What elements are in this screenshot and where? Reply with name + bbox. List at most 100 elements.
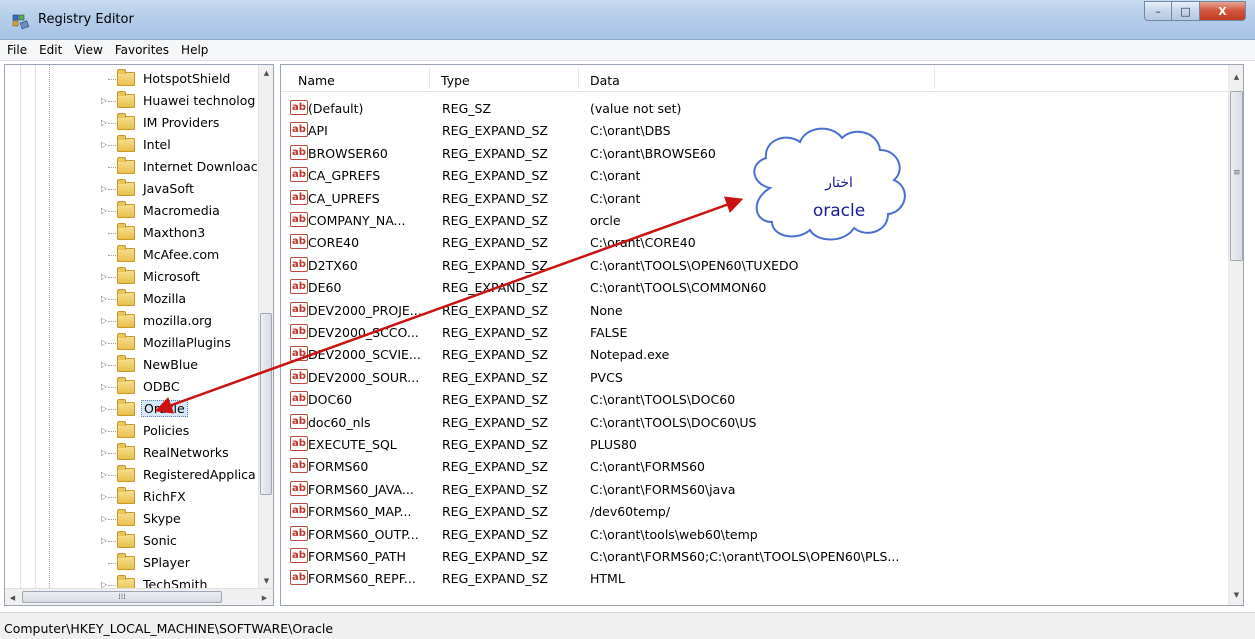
tree-item-label: McAfee.com [143, 247, 220, 262]
value-type: REG_EXPAND_SZ [442, 392, 548, 408]
scroll-left-arrow-icon[interactable]: ◀ [5, 590, 20, 605]
expand-arrow-icon[interactable]: ▷ [101, 580, 109, 588]
tree-item[interactable]: Internet Downloac [5, 156, 258, 178]
scroll-up-arrow-icon[interactable]: ▲ [259, 65, 273, 80]
list-scroll-thumb[interactable] [1230, 91, 1243, 261]
value-row[interactable]: ab EXECUTE_SQL REG_EXPAND_SZ PLUS80 [281, 433, 1229, 455]
value-row[interactable]: ab CA_UPREFS REG_EXPAND_SZ C:\orant [281, 187, 1229, 209]
list-vertical-scrollbar[interactable]: ▲ ▼ [1228, 65, 1243, 605]
value-row[interactable]: ab FORMS60_PATH REG_EXPAND_SZ C:\orant\FORM… [281, 545, 1229, 567]
value-row[interactable]: ab COMPANY_NA... REG_EXPAND_SZ orcle [281, 209, 1229, 231]
tree-item[interactable]: ▷ ODBC [5, 376, 258, 398]
string-value-icon: ab [290, 368, 308, 384]
folder-icon [117, 487, 135, 504]
value-row[interactable]: ab (Default) REG_SZ (value not set) [281, 97, 1229, 119]
menu-view[interactable]: View [68, 43, 108, 57]
value-row[interactable]: ab DOC60 REG_EXPAND_SZ C:\orant\TOOLS\DOC60 [281, 388, 1229, 410]
folder-icon [117, 245, 135, 262]
column-header-type[interactable]: Type [441, 73, 470, 88]
tree-item[interactable]: ▷ Intel [5, 134, 258, 156]
tree-item-label: SPlayer [143, 555, 190, 570]
tree-item[interactable]: ▷ Policies [5, 420, 258, 442]
menu-favorites[interactable]: Favorites [109, 43, 175, 57]
close-button[interactable]: X [1200, 1, 1246, 21]
scroll-up-arrow-icon[interactable]: ▲ [1229, 69, 1243, 84]
tree-item[interactable]: ▷ RichFX [5, 486, 258, 508]
tree-item[interactable]: ▷ Mozilla [5, 288, 258, 310]
menu-edit[interactable]: Edit [33, 43, 68, 57]
registry-values-list[interactable]: Name Type Data ab (Default) REG_SZ (value n… [280, 64, 1244, 606]
tree-item-label: NewBlue [143, 357, 198, 372]
tree-item[interactable]: ▷ IM Providers [5, 112, 258, 134]
scroll-right-arrow-icon[interactable]: ▶ [257, 590, 272, 605]
string-value-icon: ab [290, 458, 308, 474]
tree-vertical-scrollbar[interactable]: ▲ ▼ [258, 65, 273, 588]
value-type: REG_EXPAND_SZ [442, 504, 548, 520]
value-type: REG_EXPAND_SZ [442, 369, 548, 385]
tree-item[interactable]: ▷ TechSmith [5, 574, 258, 588]
tree-hscroll-thumb[interactable]: ⁞⁞⁞ [22, 591, 222, 603]
value-row[interactable]: ab DEV2000_PROJE... REG_EXPAND_SZ None [281, 299, 1229, 321]
value-row[interactable]: ab BROWSER60 REG_EXPAND_SZ C:\orant\BROWSE6… [281, 142, 1229, 164]
column-divider[interactable] [578, 67, 579, 89]
folder-icon [117, 531, 135, 548]
tree-scroll-thumb[interactable] [260, 313, 272, 495]
minimize-button[interactable]: – [1144, 1, 1172, 21]
value-row[interactable]: ab DEV2000_SOUR... REG_EXPAND_SZ PVCS [281, 366, 1229, 388]
tree-item[interactable]: ▷ RealNetworks [5, 442, 258, 464]
value-row[interactable]: ab FORMS60_REPF... REG_EXPAND_SZ HTML [281, 567, 1229, 589]
registry-key-tree[interactable]: HotspotShield ▷ Huawei technolog ▷ IM Provid… [4, 64, 274, 606]
value-row[interactable]: ab DEV2000_SCVIE... REG_EXPAND_SZ Notepad.e… [281, 343, 1229, 365]
tree-item[interactable]: ▷ Skype [5, 508, 258, 530]
scroll-down-arrow-icon[interactable]: ▼ [1229, 587, 1243, 602]
scroll-down-arrow-icon[interactable]: ▼ [259, 573, 273, 588]
window-title: Registry Editor [38, 12, 134, 27]
tree-content: HotspotShield ▷ Huawei technolog ▷ IM Provid… [5, 65, 258, 588]
tree-item[interactable]: ▷ Microsoft [5, 266, 258, 288]
column-header-data[interactable]: Data [590, 73, 620, 88]
menu-file[interactable]: File [0, 43, 33, 57]
string-value-icon: ab [290, 100, 308, 115]
tree-item[interactable]: ▷ Sonic [5, 530, 258, 552]
value-row[interactable]: ab FORMS60_OUTP... REG_EXPAND_SZ C:\orant\t… [281, 523, 1229, 545]
column-divider[interactable] [934, 67, 935, 89]
tree-horizontal-scrollbar[interactable]: ◀ ⁞⁞⁞ ▶ [5, 588, 273, 605]
folder-icon [117, 135, 135, 152]
value-row[interactable]: ab API REG_EXPAND_SZ C:\orant\DBS [281, 119, 1229, 141]
value-row[interactable]: ab FORMS60_MAP... REG_EXPAND_SZ/dev60temp/ [281, 500, 1229, 522]
tree-item[interactable]: SPlayer [5, 552, 258, 574]
tree-item[interactable]: ▷ mozilla.org [5, 310, 258, 332]
string-value-icon: ab [290, 548, 308, 563]
tree-item[interactable]: HotspotShield [5, 68, 258, 90]
value-data: C:\orant\FORMS60;C:\orant\TOOLS\OPEN60\P… [590, 549, 900, 564]
maximize-button[interactable]: □ [1172, 1, 1200, 21]
tree-item[interactable]: ▷ NewBlue [5, 354, 258, 376]
tree-item[interactable]: ▷ Huawei technolog [5, 90, 258, 112]
value-row[interactable]: ab FORMS60_JAVA... REG_EXPAND_SZ C:\orant\F… [281, 478, 1229, 500]
value-row[interactable]: ab DE60 REG_EXPAND_SZ C:\orant\TOOLS\COMMON… [281, 276, 1229, 298]
column-header-name[interactable]: Name [298, 73, 335, 88]
folder-icon [117, 399, 135, 416]
value-row[interactable]: ab CA_GPREFS REG_EXPAND_SZ C:\orant [281, 164, 1229, 186]
tree-item[interactable]: ▷ JavaSoft [5, 178, 258, 200]
value-name: D2TX60 [308, 257, 358, 273]
value-row[interactable]: ab DEV2000_SCCO... REG_EXPAND_SZ FALSE [281, 321, 1229, 343]
tree-item[interactable]: Maxthon3 [5, 222, 258, 244]
tree-item[interactable]: ▷ Macromedia [5, 200, 258, 222]
value-row[interactable]: ab doc60_nls REG_EXPAND_SZ C:\orant\TOOLS\D… [281, 411, 1229, 433]
tree-item-label: Policies [143, 423, 190, 438]
folder-icon [117, 421, 135, 438]
tree-item[interactable]: ▷ RegisteredApplica [5, 464, 258, 486]
window-controls: – □ X [1144, 1, 1246, 21]
column-divider[interactable] [429, 67, 430, 89]
menu-help[interactable]: Help [175, 43, 214, 57]
value-row[interactable]: ab CORE40 REG_EXPAND_SZ C:\orant\CORE40 [281, 231, 1229, 253]
tree-item[interactable]: McAfee.com [5, 244, 258, 266]
tree-item[interactable]: ▷ MozillaPlugins [5, 332, 258, 354]
string-value-icon: ab [290, 570, 308, 586]
tree-item[interactable]: ▷ Oracle [5, 398, 258, 420]
folder-icon [117, 179, 135, 196]
value-row[interactable]: ab D2TX60 REG_EXPAND_SZ C:\orant\TOOLS\OPEN… [281, 254, 1229, 276]
list-header: Name Type Data [281, 65, 1229, 92]
value-row[interactable]: ab FORMS60 REG_EXPAND_SZ C:\orant\FORMS60 [281, 455, 1229, 477]
